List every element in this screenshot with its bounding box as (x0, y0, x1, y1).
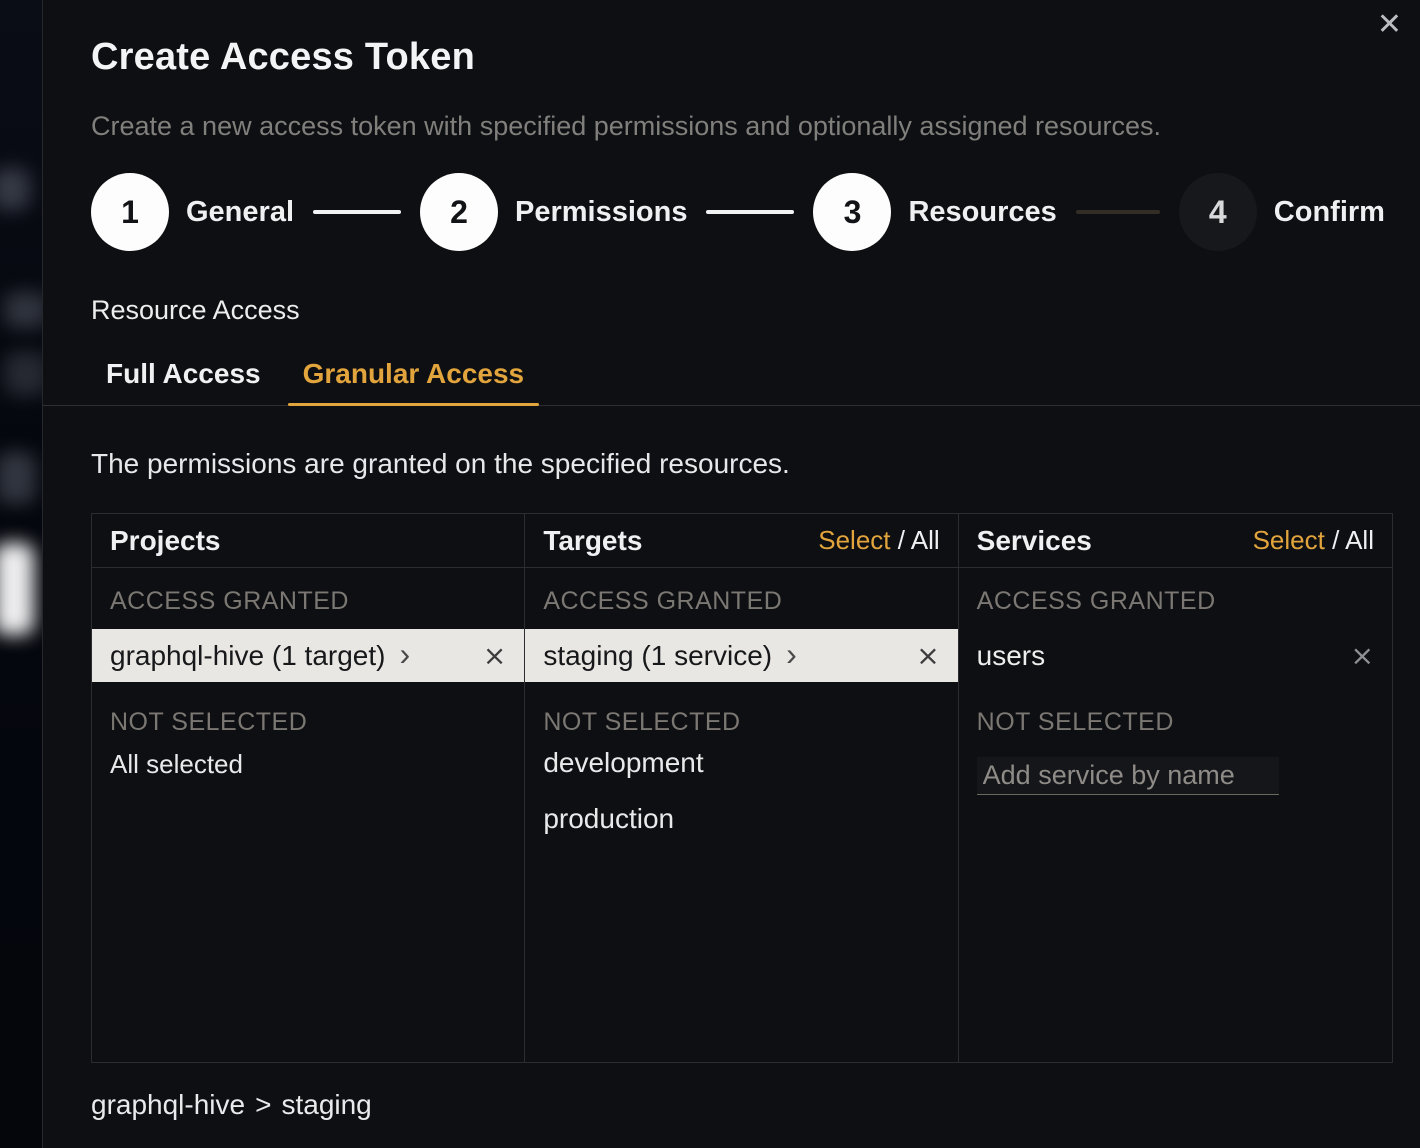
access-tabs: Full Access Granular Access (91, 354, 1392, 406)
column-title: Services (977, 525, 1092, 557)
breadcrumb-separator: > (255, 1089, 271, 1120)
access-granted-label: ACCESS GRANTED (110, 588, 506, 614)
targets-select-all: Select / All (818, 525, 939, 556)
target-option-development[interactable]: development (543, 735, 939, 791)
add-service-input[interactable] (977, 757, 1279, 795)
select-all-separator: / (891, 525, 911, 555)
services-select-all: Select / All (1253, 525, 1374, 556)
select-all-targets-link[interactable]: All (911, 525, 940, 555)
services-header: Services Select / All (959, 514, 1392, 568)
backdrop-blur-shape (4, 352, 42, 396)
remove-target-icon[interactable]: × (916, 642, 939, 670)
stepper: 1 General 2 Permissions 3 Resources 4 Co… (91, 173, 1392, 251)
selected-target-row[interactable]: staging (1 service) › × (525, 629, 957, 682)
granular-access-description: The permissions are granted on the speci… (91, 448, 1392, 480)
step-general[interactable]: 1 General (91, 173, 294, 251)
granted-service-row[interactable]: users × (959, 629, 1392, 682)
not-selected-label: NOT SELECTED (543, 709, 939, 735)
step-number-circle: 2 (420, 173, 498, 251)
backdrop-blur-shape (4, 292, 42, 328)
select-targets-link[interactable]: Select (818, 525, 890, 555)
modal-subtitle: Create a new access token with specified… (91, 109, 1392, 143)
select-services-link[interactable]: Select (1253, 525, 1325, 555)
not-selected-label: NOT SELECTED (110, 709, 506, 735)
targets-column: Targets Select / All ACCESS GRANTED stag… (525, 514, 958, 1062)
step-label: Permissions (515, 196, 687, 229)
create-access-token-modal: ✕ Create Access Token Create a new acces… (42, 0, 1420, 1148)
target-option-production[interactable]: production (543, 791, 939, 847)
close-icon[interactable]: ✕ (1377, 10, 1402, 40)
projects-column: Projects ACCESS GRANTED graphql-hive (1 … (92, 514, 525, 1062)
step-resources[interactable]: 3 Resources (813, 173, 1056, 251)
not-selected-label: NOT SELECTED (977, 709, 1374, 735)
resource-access-heading: Resource Access (91, 295, 1392, 326)
tab-granular-access[interactable]: Granular Access (288, 354, 540, 406)
step-connector (313, 210, 401, 214)
breadcrumb: graphql-hive > staging (91, 1089, 1392, 1121)
tab-full-access[interactable]: Full Access (91, 354, 276, 406)
select-all-separator: / (1325, 525, 1345, 555)
step-number-circle: 4 (1179, 173, 1257, 251)
selected-project-label: graphql-hive (1 target) (110, 640, 385, 672)
remove-project-icon[interactable]: × (483, 642, 506, 670)
chevron-right-icon[interactable]: › (399, 638, 410, 670)
remove-service-icon[interactable]: × (1351, 642, 1374, 670)
selected-target-label: staging (1 service) (543, 640, 772, 672)
breadcrumb-target: staging (281, 1089, 371, 1120)
projects-header: Projects (92, 514, 524, 568)
step-connector (1076, 210, 1160, 214)
backdrop-blur-shape (0, 168, 30, 210)
step-label: Resources (908, 196, 1056, 229)
granted-service-label: users (977, 640, 1045, 672)
step-label: Confirm (1274, 196, 1385, 229)
column-title: Projects (110, 525, 221, 557)
page-backdrop (0, 0, 42, 1148)
selected-project-row[interactable]: graphql-hive (1 target) › × (92, 629, 524, 682)
resource-selector-table: Projects ACCESS GRANTED graphql-hive (1 … (91, 513, 1393, 1063)
backdrop-blur-shape (0, 543, 34, 635)
step-permissions[interactable]: 2 Permissions (420, 173, 687, 251)
page-title: Create Access Token (91, 36, 1392, 79)
breadcrumb-project: graphql-hive (91, 1089, 245, 1120)
step-label: General (186, 196, 294, 229)
access-granted-label: ACCESS GRANTED (543, 588, 939, 614)
all-selected-note: All selected (110, 749, 506, 780)
column-title: Targets (543, 525, 642, 557)
step-confirm[interactable]: 4 Confirm (1179, 173, 1385, 251)
chevron-right-icon[interactable]: › (786, 638, 797, 670)
access-granted-label: ACCESS GRANTED (977, 588, 1374, 614)
step-connector (706, 210, 794, 214)
services-column: Services Select / All ACCESS GRANTED use… (959, 514, 1392, 1062)
step-number-circle: 1 (91, 173, 169, 251)
step-number-circle: 3 (813, 173, 891, 251)
targets-header: Targets Select / All (525, 514, 957, 568)
backdrop-blur-shape (0, 452, 36, 504)
select-all-services-link[interactable]: All (1345, 525, 1374, 555)
